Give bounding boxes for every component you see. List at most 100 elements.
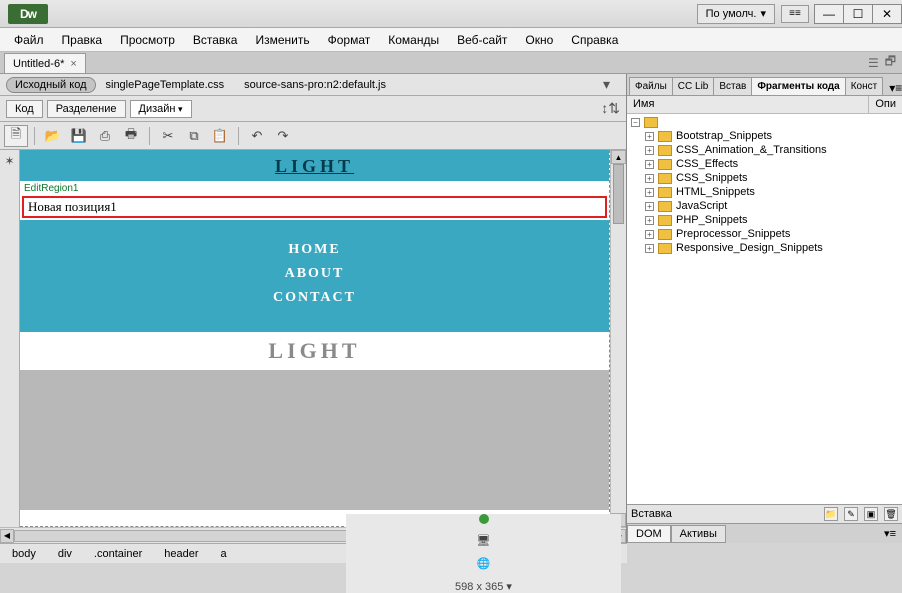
tree-item[interactable]: HTML_Snippets <box>676 186 755 198</box>
minimize-button[interactable]: — <box>814 4 844 24</box>
scroll-up-icon[interactable]: ▲ <box>611 150 626 164</box>
panel-tab-snippets[interactable]: Фрагменты кода <box>751 77 845 95</box>
expand-icon[interactable]: + <box>645 132 654 141</box>
nav-link-contact[interactable]: CONTACT <box>20 290 609 306</box>
tree-item[interactable]: Preprocessor_Snippets <box>676 228 790 240</box>
expand-icon[interactable]: + <box>645 160 654 169</box>
col-name[interactable]: Имя <box>627 96 869 113</box>
menu-window[interactable]: Окно <box>517 30 561 50</box>
tree-item[interactable]: PHP_Snippets <box>676 214 748 226</box>
undo-icon[interactable]: ↶ <box>245 125 269 147</box>
insert-label[interactable]: Вставка <box>631 508 672 520</box>
vertical-scrollbar[interactable]: ▲ ▼ <box>610 150 626 527</box>
bottom-panel-menu-icon[interactable]: ▾≡ <box>878 527 902 540</box>
expand-icon[interactable]: + <box>645 188 654 197</box>
expand-icon[interactable]: − <box>631 118 640 127</box>
status-dot-icon[interactable] <box>479 514 489 524</box>
new-snippet-folder-icon[interactable]: 📁 <box>824 507 838 521</box>
paste-icon[interactable]: 📋 <box>208 125 232 147</box>
view-toolbar: Код Разделение Дизайн ↕⇅ <box>0 96 626 122</box>
menu-insert[interactable]: Вставка <box>185 30 246 50</box>
delete-icon[interactable]: 🗑 <box>884 507 898 521</box>
hero-logo[interactable]: LIGHT <box>20 156 609 177</box>
nav-link-about[interactable]: ABOUT <box>20 266 609 282</box>
design-view-button[interactable]: Дизайн <box>130 100 192 118</box>
expand-icon[interactable]: + <box>645 146 654 155</box>
snippets-tree[interactable]: − + Bootstrap_Snippets + CSS_Animation_&_T… <box>627 114 902 504</box>
tree-item[interactable]: JavaScript <box>676 200 727 212</box>
tree-item[interactable]: CSS_Snippets <box>676 172 748 184</box>
tree-item[interactable]: Bootstrap_Snippets <box>676 130 772 142</box>
expand-icon[interactable]: + <box>645 174 654 183</box>
nav-link-home[interactable]: HOME <box>20 242 609 258</box>
print-icon[interactable]: 🖶 <box>119 125 143 147</box>
breadcrumb[interactable]: header <box>158 547 204 561</box>
save-all-icon[interactable]: ⎙ <box>93 125 117 147</box>
panel-tab-files[interactable]: Файлы <box>629 77 673 95</box>
filter-icon[interactable]: ▾ <box>593 74 620 95</box>
split-view-button[interactable]: Разделение <box>47 100 126 118</box>
new-snippet-icon[interactable]: ✎ <box>844 507 858 521</box>
visual-aids-icon[interactable]: ✶ <box>1 152 19 170</box>
breadcrumb[interactable]: .container <box>88 547 148 561</box>
expand-icon[interactable]: + <box>645 202 654 211</box>
expand-icon[interactable]: + <box>645 244 654 253</box>
doc-options-icon[interactable]: ☰ <box>868 56 879 70</box>
menu-help[interactable]: Справка <box>563 30 626 50</box>
code-view-button[interactable]: Код <box>6 100 43 118</box>
copy-icon[interactable]: ⧉ <box>182 125 206 147</box>
menu-site[interactable]: Веб-сайт <box>449 30 515 50</box>
redo-icon[interactable]: ↷ <box>271 125 295 147</box>
panel-tab-cclib[interactable]: CC Lib <box>672 77 715 95</box>
window-size[interactable]: 598 x 365 ▾ <box>455 580 512 593</box>
menu-format[interactable]: Формат <box>320 30 379 50</box>
tree-item[interactable]: CSS_Effects <box>676 158 738 170</box>
toggle-panels-icon[interactable]: ↕⇅ <box>601 100 620 117</box>
expand-icon[interactable]: + <box>645 216 654 225</box>
assets-tab[interactable]: Активы <box>671 525 726 543</box>
cut-icon[interactable]: ✂ <box>156 125 180 147</box>
new-file-icon[interactable]: 🗎 <box>4 125 28 147</box>
menu-file[interactable]: Файл <box>6 30 52 50</box>
title-bar: Dw По умолч.▾ ≡≡ — ☐ ✕ <box>0 0 902 28</box>
tree-item[interactable]: CSS_Animation_&_Transitions <box>676 144 827 156</box>
dom-tab[interactable]: DOM <box>627 525 671 543</box>
save-icon[interactable]: 💾 <box>67 125 91 147</box>
col-desc[interactable]: Опи <box>869 96 902 113</box>
expand-icon[interactable]: + <box>645 230 654 239</box>
related-file[interactable]: source-sans-pro:n2:default.js <box>234 77 396 93</box>
scroll-left-icon[interactable]: ◀ <box>0 529 14 543</box>
new-item-icon[interactable]: ▣ <box>864 507 878 521</box>
panel-tabs: Файлы CC Lib Встав Фрагменты кода Конст … <box>627 74 902 96</box>
bottom-panel-tabs: DOM Активы ▾≡ <box>627 523 902 543</box>
panel-menu-icon[interactable]: ▾≡ <box>883 81 902 95</box>
breadcrumb[interactable]: div <box>52 547 78 561</box>
doc-restore-icon[interactable]: 🗗 <box>885 52 896 73</box>
close-tab-icon[interactable]: × <box>70 58 76 70</box>
close-button[interactable]: ✕ <box>872 4 902 24</box>
panel-tab-insert[interactable]: Встав <box>713 77 752 95</box>
editable-region[interactable]: Новая позиция1 <box>22 196 607 218</box>
workspace-switcher[interactable]: По умолч.▾ <box>697 4 775 24</box>
device-preview-icon[interactable]: 🖥 <box>477 534 491 547</box>
breadcrumb[interactable]: a <box>215 547 233 561</box>
open-icon[interactable]: 📂 <box>41 125 65 147</box>
panel-tab-construct[interactable]: Конст <box>845 77 884 95</box>
menu-modify[interactable]: Изменить <box>247 30 317 50</box>
source-code-pill[interactable]: Исходный код <box>6 77 96 93</box>
globe-icon[interactable]: 🌐 <box>477 557 491 570</box>
menu-edit[interactable]: Правка <box>54 30 111 50</box>
tree-item[interactable]: Responsive_Design_Snippets <box>676 242 823 254</box>
maximize-button[interactable]: ☐ <box>843 4 873 24</box>
document-tab[interactable]: Untitled-6* × <box>4 53 86 73</box>
menu-bar: Файл Правка Просмотр Вставка Изменить Фо… <box>0 28 902 52</box>
sync-settings-button[interactable]: ≡≡ <box>781 5 809 23</box>
scroll-thumb[interactable] <box>613 164 624 224</box>
menu-view[interactable]: Просмотр <box>112 30 183 50</box>
design-canvas[interactable]: LIGHT EditRegion1 Новая позиция1 HOME AB… <box>20 150 610 527</box>
menu-commands[interactable]: Команды <box>380 30 447 50</box>
breadcrumb[interactable]: body <box>6 547 42 561</box>
related-file[interactable]: singlePageTemplate.css <box>96 77 235 93</box>
folder-icon <box>658 215 672 226</box>
folder-icon <box>658 243 672 254</box>
